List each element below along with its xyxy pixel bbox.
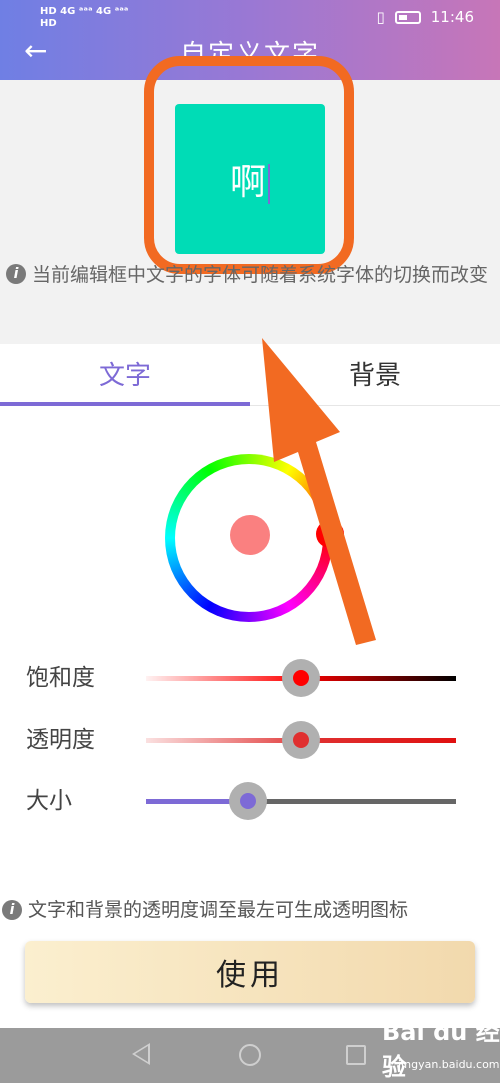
opacity-slider-row: 透明度 [0,720,500,760]
tab-background[interactable]: 背景 [250,344,500,408]
signal-indicators: HD 4G ᵃᵃᵃ 4G ᵃᵃᵃ HD [40,6,128,30]
nav-recent-icon[interactable] [346,1045,366,1065]
saturation-label: 饱和度 [26,665,95,691]
active-tab-indicator [0,402,250,406]
clock: 11:46 [430,8,474,26]
preview-area: 啊 i 当前编辑框中文字的字体可随着系统字体的切换而改变 [0,56,500,344]
tab-bar: 文字 背景 [0,344,500,408]
battery-icon [394,10,421,24]
info-icon: i [6,264,26,284]
color-wheel-handle[interactable] [316,520,344,548]
selected-color-swatch [230,515,270,555]
transparency-note-text: 文字和背景的透明度调至最左可生成透明图标 [28,899,409,921]
saturation-slider-row: 饱和度 [0,658,500,698]
saturation-thumb-dot [293,670,309,686]
signal-line-1: HD 4G ᵃᵃᵃ 4G ᵃᵃᵃ [40,6,129,17]
opacity-thumb-dot [293,732,309,748]
size-slider-row: 大小 [0,781,500,821]
nav-back-icon[interactable] [132,1043,150,1065]
use-button[interactable]: 使用 [25,941,475,1003]
vibrate-icon: ▯ [376,8,385,26]
size-label: 大小 [26,788,72,814]
tab-divider [250,405,500,406]
preview-info: i 当前编辑框中文字的字体可随着系统字体的切换而改变 [6,260,496,290]
size-thumb[interactable] [229,782,268,820]
preview-info-text: 当前编辑框中文字的字体可随着系统字体的切换而改变 [32,264,489,286]
transparency-note: i 文字和背景的透明度调至最左可生成透明图标 [2,896,498,924]
opacity-label: 透明度 [26,727,95,753]
nav-home-icon[interactable] [239,1044,261,1066]
annotation-highlight-frame [144,56,354,274]
status-bar: HD 4G ᵃᵃᵃ 4G ᵃᵃᵃ HD ▯ 11:46 [0,0,500,36]
size-track[interactable] [146,799,456,804]
opacity-thumb[interactable] [282,721,320,759]
signal-line-2: HD [40,18,57,29]
watermark-site: jingyan.baidu.com [398,1058,500,1071]
saturation-thumb[interactable] [282,659,320,697]
size-thumb-dot [240,793,257,809]
tab-text[interactable]: 文字 [0,344,250,408]
status-right: ▯ 11:46 [377,8,475,26]
info-icon: i [2,900,22,920]
watermark-logo: Bai du 经验 [382,1018,500,1081]
